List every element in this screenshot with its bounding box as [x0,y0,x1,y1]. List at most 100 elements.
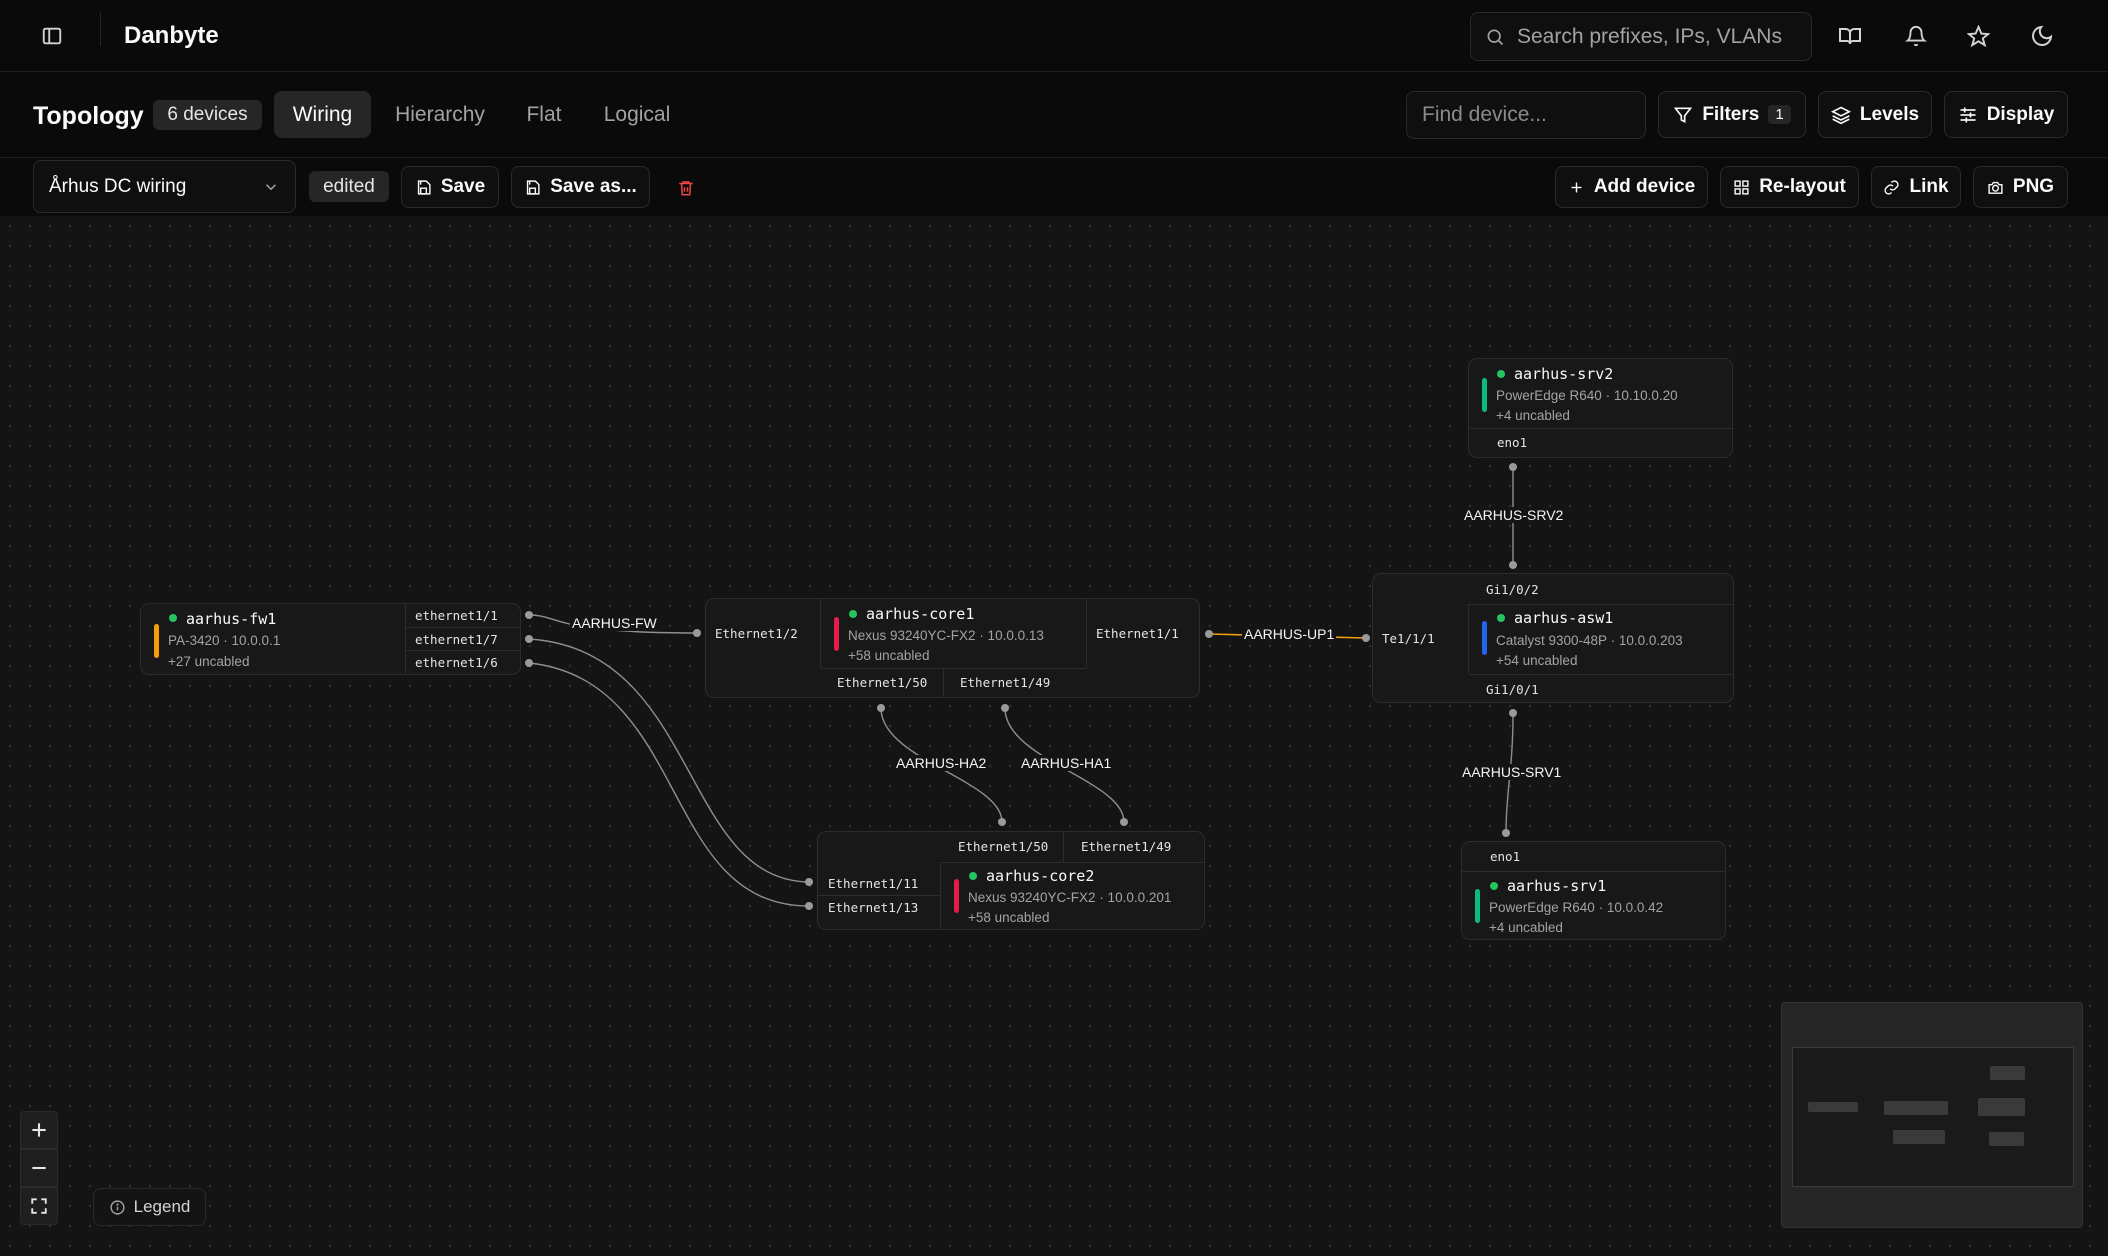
display-button[interactable]: Display [1944,91,2068,138]
book-icon[interactable] [1834,20,1866,52]
filters-count-badge: 1 [1768,105,1791,124]
tab-wiring[interactable]: Wiring [274,91,371,138]
chevron-down-icon [265,183,277,190]
device-node-aarhus-fw1[interactable]: aarhus-fw1 PA-3420 · 10.0.0.1 +27 uncabl… [140,603,521,675]
minimap-node [1893,1130,1945,1144]
zoom-in-button[interactable] [20,1111,58,1149]
view-select-value: Århus DC wiring [49,175,187,197]
device-name: aarhus-core1 [866,605,975,623]
link-label-aarhus-ha1[interactable]: AARHUS-HA1 [1019,755,1114,771]
port-row-divider [1469,604,1734,605]
tab-logical[interactable]: Logical [592,91,682,138]
camera-icon [1988,181,2003,194]
port-column-divider [820,599,821,668]
add-device-button[interactable]: Add device [1555,166,1708,208]
device-node-aarhus-core2[interactable]: Ethernet1/50 Ethernet1/49 Ethernet1/11 E… [817,831,1205,930]
global-search[interactable] [1470,12,1812,61]
moon-icon[interactable] [2026,20,2058,52]
device-name: aarhus-asw1 [1514,609,1614,627]
port-column-divider [1086,599,1087,668]
trash-icon[interactable] [672,174,700,202]
save-label: Save [440,176,486,197]
bell-icon[interactable] [1900,20,1932,52]
device-model-ip: Nexus 93240YC-FX2 · 10.0.0.201 [968,890,1172,905]
app-name: Danbyte [124,22,219,49]
port-ethernet1-7[interactable]: ethernet1/7 [415,632,498,647]
link-label-aarhus-fw[interactable]: AARHUS-FW [570,615,659,631]
port-row-divider [821,668,1086,669]
port-te1-1-1[interactable]: Te1/1/1 [1382,631,1435,646]
relayout-button[interactable]: Re-layout [1720,166,1859,208]
device-node-aarhus-core1[interactable]: Ethernet1/2 aarhus-core1 Nexus 93240YC-F… [705,598,1200,698]
find-device-input[interactable] [1422,103,1632,127]
port-column-divider [405,604,406,674]
port-column-divider [943,668,944,698]
device-node-aarhus-srv2[interactable]: aarhus-srv2 PowerEdge R640 · 10.10.0.20 … [1468,358,1733,458]
device-count-badge: 6 devices [153,100,262,130]
device-model-ip: Catalyst 9300-48P · 10.0.0.203 [1496,633,1683,648]
search-input[interactable] [1517,24,1797,49]
port-gi1-0-2[interactable]: Gi1/0/2 [1486,582,1539,597]
png-export-button[interactable]: PNG [1973,166,2068,208]
save-button[interactable]: Save [401,166,499,208]
status-dot [1490,882,1498,890]
zoom-out-button[interactable] [20,1149,58,1187]
device-uncabled: +58 uncabled [968,910,1050,925]
port-ethernet1-6[interactable]: ethernet1/6 [415,655,498,670]
port-ethernet1-50[interactable]: Ethernet1/50 [958,839,1048,854]
star-icon[interactable] [1962,20,1994,52]
levels-button[interactable]: Levels [1818,91,1932,138]
device-model-ip: PowerEdge R640 · 10.0.0.42 [1489,900,1664,915]
link-label-aarhus-ha2[interactable]: AARHUS-HA2 [894,755,989,771]
filters-button[interactable]: Filters 1 [1658,91,1806,138]
device-name: aarhus-srv2 [1514,365,1614,383]
port-ethernet1-49[interactable]: Ethernet1/49 [960,675,1050,690]
minimap-node [1808,1102,1858,1112]
link-icon [1884,179,1899,195]
minimap-node [1978,1098,2025,1116]
role-color-bar [1482,621,1487,655]
port-ethernet1-1[interactable]: ethernet1/1 [415,608,498,623]
port-eno1[interactable]: eno1 [1490,849,1520,864]
minimap[interactable] [1781,1002,2083,1228]
device-uncabled: +27 uncabled [168,654,250,669]
view-select[interactable]: Århus DC wiring [33,160,296,213]
device-uncabled: +58 uncabled [848,648,930,663]
find-device-field[interactable] [1406,91,1646,139]
device-uncabled: +54 uncabled [1496,653,1578,668]
port-ethernet1-50[interactable]: Ethernet1/50 [837,675,927,690]
device-node-aarhus-asw1[interactable]: Gi1/0/2 Te1/1/1 aarhus-asw1 Catalyst 930… [1372,573,1734,703]
save-icon [417,179,431,195]
relayout-label: Re-layout [1759,176,1846,197]
minimap-viewport[interactable] [1792,1047,2074,1187]
link-label: Link [1909,176,1949,197]
minimap-node [1989,1132,2024,1146]
port-ethernet1-49[interactable]: Ethernet1/49 [1081,839,1171,854]
port-eno1[interactable]: eno1 [1497,435,1527,450]
device-name: aarhus-srv1 [1507,877,1607,895]
tab-hierarchy[interactable]: Hierarchy [385,91,495,138]
link-button[interactable]: Link [1871,166,1961,208]
port-row-divider [1469,674,1734,675]
save-as-button[interactable]: Save as... [511,166,650,208]
device-name: aarhus-core2 [986,867,1095,885]
port-ethernet1-11[interactable]: Ethernet1/11 [828,876,918,891]
minimap-node [1990,1066,2025,1080]
port-ethernet1-13[interactable]: Ethernet1/13 [828,900,918,915]
port-ethernet1-1[interactable]: Ethernet1/1 [1096,626,1179,641]
link-label-aarhus-up1[interactable]: AARHUS-UP1 [1242,626,1337,642]
port-ethernet1-2[interactable]: Ethernet1/2 [715,626,798,641]
layers-icon [1830,106,1851,124]
fit-view-button[interactable] [20,1187,58,1225]
port-gi1-0-1[interactable]: Gi1/0/1 [1486,682,1539,697]
sliders-icon [1960,107,1976,122]
port-column-divider [940,862,941,930]
sidebar-toggle-icon[interactable] [36,20,68,52]
save-icon [527,179,540,195]
device-node-aarhus-srv1[interactable]: eno1 aarhus-srv1 PowerEdge R640 · 10.0.0… [1461,841,1726,940]
link-label-aarhus-srv2[interactable]: AARHUS-SRV2 [1462,507,1566,523]
tab-flat[interactable]: Flat [514,91,574,138]
link-label-aarhus-srv1[interactable]: AARHUS-SRV1 [1460,764,1564,780]
legend-button[interactable]: Legend [93,1188,206,1226]
page-title: Topology [33,102,144,130]
